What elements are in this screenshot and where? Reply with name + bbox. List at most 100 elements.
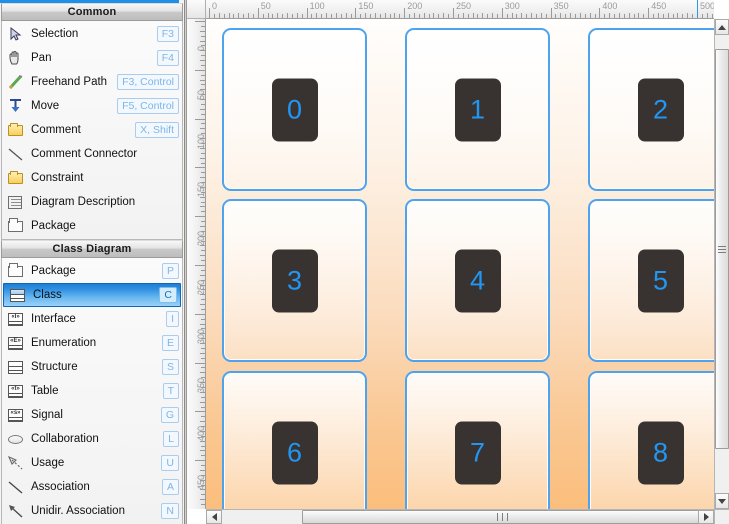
ruler-tick xyxy=(201,260,205,262)
class-node[interactable]: 4 xyxy=(405,199,550,362)
ruler-tick xyxy=(692,14,694,18)
palette-item-package[interactable]: Package xyxy=(2,214,182,238)
ruler-tick xyxy=(648,8,650,18)
palette-item-freehand-path[interactable]: Freehand Path F3, Control xyxy=(2,70,182,94)
palette-item-signal[interactable]: «s» Signal G xyxy=(2,403,182,427)
scroll-left-button[interactable] xyxy=(206,510,222,524)
palette-item-interface[interactable]: «I» Interface I xyxy=(2,307,182,331)
horizontal-ruler[interactable]: 0 50 100 150 200 250 300 350 400 450 500 xyxy=(206,0,714,19)
vertical-scrollbar[interactable] xyxy=(714,19,729,509)
ruler-tick xyxy=(201,123,205,125)
ruler-tick xyxy=(331,14,332,18)
class-node-label: 1 xyxy=(454,78,501,141)
palette-item-move[interactable]: Move F5, Control xyxy=(2,94,182,118)
ruler-tick xyxy=(201,103,205,105)
class-node[interactable]: 8 xyxy=(588,371,714,509)
ruler-tick xyxy=(492,13,494,18)
palette-item-table[interactable]: «t» Table T xyxy=(2,379,182,403)
palette-item-shortcut: C xyxy=(159,287,177,303)
palette-item-usage[interactable]: Usage U xyxy=(2,451,182,475)
ruler-tick xyxy=(201,74,205,76)
palette-item-class[interactable]: Class C xyxy=(3,283,181,307)
scroll-right-button[interactable] xyxy=(698,510,714,524)
palette-item-selection[interactable]: Selection F3 xyxy=(2,22,182,46)
palette-group-header[interactable]: Common xyxy=(1,3,183,21)
ruler-tick xyxy=(201,465,205,467)
ruler-label: 50 xyxy=(196,89,206,100)
palette-item-association[interactable]: Association A xyxy=(2,475,182,499)
ruler-label: 100 xyxy=(196,133,206,149)
line-icon xyxy=(7,479,25,495)
ruler-label: 0 xyxy=(212,1,218,11)
class-icon xyxy=(9,287,27,303)
palette-item-label: Package xyxy=(31,265,76,277)
ruler-tick xyxy=(638,13,640,18)
scroll-down-button[interactable] xyxy=(715,493,729,509)
ruler-tick xyxy=(423,13,425,18)
ruler-tick xyxy=(482,13,484,18)
palette-group-header[interactable]: Class Diagram xyxy=(1,240,183,258)
ruler-tick xyxy=(682,14,684,18)
palette-item-comment-connector[interactable]: Comment Connector xyxy=(2,142,182,166)
interface-stereotype-icon: «I» xyxy=(7,311,25,327)
class-node[interactable]: 7 xyxy=(405,371,550,509)
ruler-tick xyxy=(223,14,225,18)
ruler-tick xyxy=(201,250,205,252)
palette-item-enumeration[interactable]: «E» Enumeration E xyxy=(2,331,182,355)
class-node[interactable]: 5 xyxy=(588,199,714,362)
ruler-tick xyxy=(195,313,205,315)
ruler-corner xyxy=(187,0,206,19)
horizontal-scrollbar[interactable] xyxy=(206,509,714,524)
palette-item-label: Association xyxy=(31,481,90,493)
palette-item-comment[interactable]: Comment X, Shift xyxy=(2,118,182,142)
ruler-tick xyxy=(195,21,205,22)
ruler-tick xyxy=(360,14,362,18)
ruler-tick xyxy=(287,13,289,18)
palette-panel: Common Selection F3 Pan F4 Freehand Path F3, C… xyxy=(0,0,185,524)
ruler-tick xyxy=(438,14,440,18)
horizontal-scroll-thumb[interactable] xyxy=(302,510,702,524)
ruler-tick xyxy=(618,13,620,18)
vertical-ruler[interactable]: 0 50 100 150 200 250 300 350 400 450 xyxy=(187,19,206,509)
ruler-position-marker xyxy=(697,0,698,18)
arrow-icon xyxy=(7,503,25,519)
ruler-tick xyxy=(200,274,205,276)
palette-item-shortcut: U xyxy=(161,455,179,471)
palette-item-label: Collaboration xyxy=(31,433,99,445)
palette-item-diagram-description[interactable]: Diagram Description xyxy=(2,190,182,214)
class-node[interactable]: 0 xyxy=(222,28,367,191)
ruler-tick xyxy=(462,13,464,18)
ruler-tick xyxy=(277,13,279,18)
ruler-tick xyxy=(477,14,479,18)
ruler-tick xyxy=(311,14,313,18)
palette-item-pan[interactable]: Pan F4 xyxy=(2,46,182,70)
ruler-tick xyxy=(526,14,528,18)
palette-item-package[interactable]: Package P xyxy=(2,259,182,283)
ruler-tick xyxy=(594,14,596,18)
chevron-right-icon xyxy=(703,513,709,521)
pencil-icon xyxy=(7,74,25,90)
class-node[interactable]: 6 xyxy=(222,371,367,509)
scroll-up-button[interactable] xyxy=(715,19,729,35)
palette-item-label: Comment Connector xyxy=(31,148,138,160)
ruler-label: 350 xyxy=(553,1,569,11)
ruler-tick xyxy=(535,14,537,18)
ruler-tick xyxy=(195,265,205,266)
ruler-tick xyxy=(511,13,513,18)
palette-item-unidir-association[interactable]: Unidir. Association N xyxy=(2,499,182,523)
ruler-tick xyxy=(201,494,205,496)
ruler-tick xyxy=(560,13,562,18)
class-node[interactable]: 2 xyxy=(588,28,714,191)
vertical-scroll-thumb[interactable] xyxy=(715,49,729,449)
class-node[interactable]: 1 xyxy=(405,28,550,191)
palette-item-shortcut: A xyxy=(161,479,179,495)
ruler-tick xyxy=(200,206,205,208)
ruler-tick xyxy=(404,8,406,18)
diagram-canvas[interactable]: 0 1 2 3 4 5 6 7 8 xyxy=(206,19,714,509)
ruler-tick xyxy=(201,504,205,506)
palette-item-collaboration[interactable]: Collaboration L xyxy=(2,427,182,451)
palette-item-shortcut: F5, Control xyxy=(117,98,179,114)
palette-item-constraint[interactable]: Constraint xyxy=(2,166,182,190)
class-node[interactable]: 3 xyxy=(222,199,367,362)
palette-item-structure[interactable]: Structure S xyxy=(2,355,182,379)
